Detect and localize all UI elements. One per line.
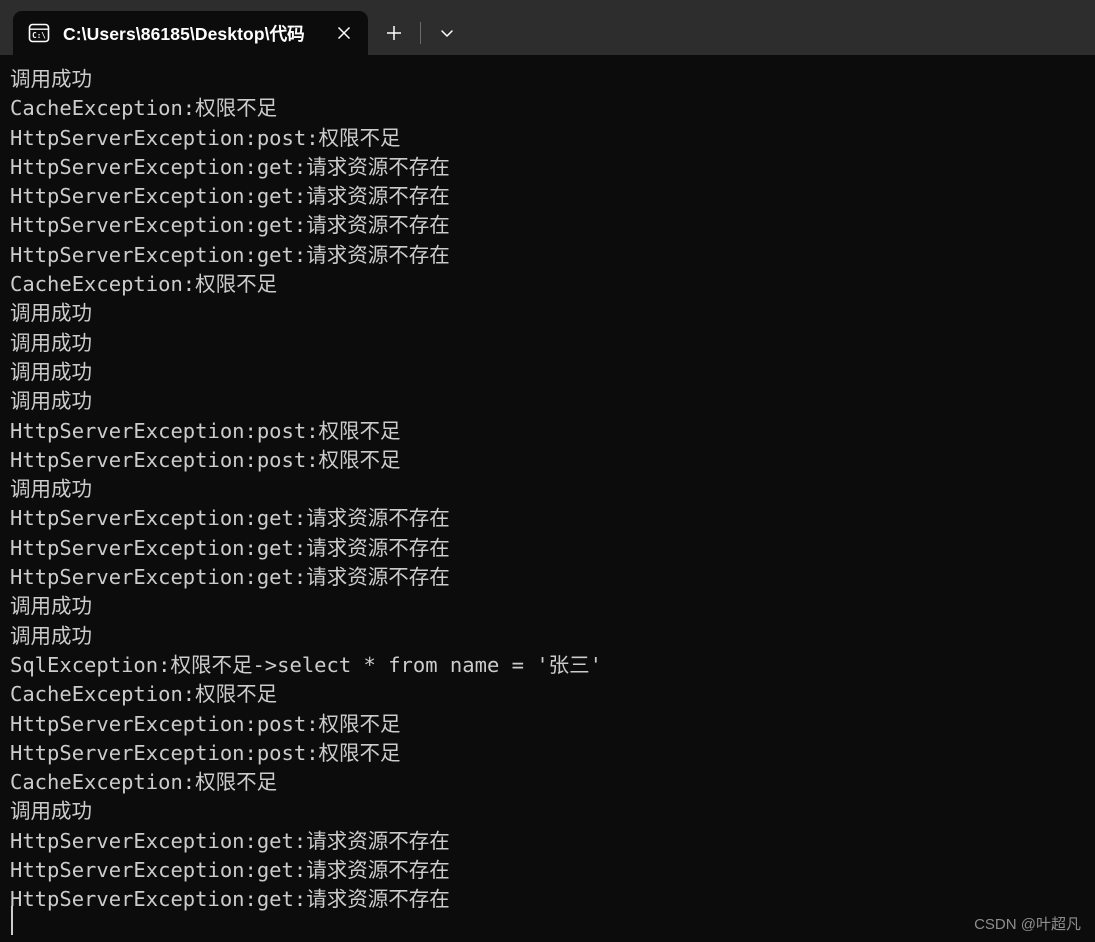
terminal-line: HttpServerException:post:权限不足: [10, 418, 401, 443]
watermark-label: CSDN @叶超凡: [974, 916, 1081, 933]
terminal-line: HttpServerException:get:请求资源不存在: [10, 887, 450, 912]
terminal-line: HttpServerException:get:请求资源不存在: [10, 242, 450, 267]
terminal-line: 调用成功: [10, 330, 92, 355]
terminal-line: SqlException:权限不足->select * from name = …: [10, 652, 602, 677]
terminal-line: 调用成功: [10, 594, 92, 619]
terminal-window: C:\ C:\Users\86185\Desktop\代码 调用成功 Cache…: [0, 0, 1095, 942]
terminal-line: HttpServerException:post:权限不足: [10, 125, 401, 150]
chevron-down-icon[interactable]: [429, 15, 465, 51]
terminal-line: HttpServerException:post:权限不足: [10, 740, 401, 765]
svg-text:C:\: C:\: [32, 31, 46, 40]
terminal-line: HttpServerException:post:权限不足: [10, 711, 401, 736]
terminal-line: 调用成功: [10, 389, 92, 414]
terminal-line: HttpServerException:get:请求资源不存在: [10, 858, 450, 883]
title-bar: C:\ C:\Users\86185\Desktop\代码: [0, 0, 1095, 55]
terminal-line: HttpServerException:get:请求资源不存在: [10, 213, 450, 238]
terminal-line: 调用成功: [10, 799, 92, 824]
terminal-line: CacheException:权限不足: [10, 272, 278, 297]
terminal-line: HttpServerException:get:请求资源不存在: [10, 506, 450, 531]
terminal-line: 调用成功: [10, 359, 92, 384]
terminal-line-list: 调用成功 CacheException:权限不足 HttpServerExcepti…: [0, 65, 1095, 915]
terminal-line: CacheException:权限不足: [10, 682, 278, 707]
terminal-line: 调用成功: [10, 477, 92, 502]
terminal-output[interactable]: 调用成功 CacheException:权限不足 HttpServerExcepti…: [0, 55, 1095, 942]
tab-bar-actions: [368, 11, 465, 55]
terminal-line: HttpServerException:get:请求资源不存在: [10, 154, 450, 179]
text-cursor: [11, 906, 13, 935]
terminal-line: 调用成功: [10, 67, 92, 91]
toolbar-separator: [420, 22, 421, 44]
terminal-line: 调用成功: [10, 301, 92, 326]
close-icon[interactable]: [327, 16, 361, 50]
terminal-line: HttpServerException:get:请求资源不存在: [10, 184, 450, 209]
terminal-line: HttpServerException:get:请求资源不存在: [10, 828, 450, 853]
terminal-line: CacheException:权限不足: [10, 96, 278, 121]
terminal-line: HttpServerException:get:请求资源不存在: [10, 535, 450, 560]
terminal-line: CacheException:权限不足: [10, 770, 278, 795]
new-tab-icon[interactable]: [376, 15, 412, 51]
terminal-line: 调用成功: [10, 623, 92, 648]
terminal-line: HttpServerException:get:请求资源不存在: [10, 565, 450, 590]
tab-active[interactable]: C:\ C:\Users\86185\Desktop\代码: [13, 11, 368, 55]
tab-strip: C:\ C:\Users\86185\Desktop\代码: [0, 0, 465, 55]
command-prompt-icon: C:\: [28, 22, 50, 44]
tab-title: C:\Users\86185\Desktop\代码: [63, 23, 305, 44]
terminal-line: HttpServerException:post:权限不足: [10, 447, 401, 472]
